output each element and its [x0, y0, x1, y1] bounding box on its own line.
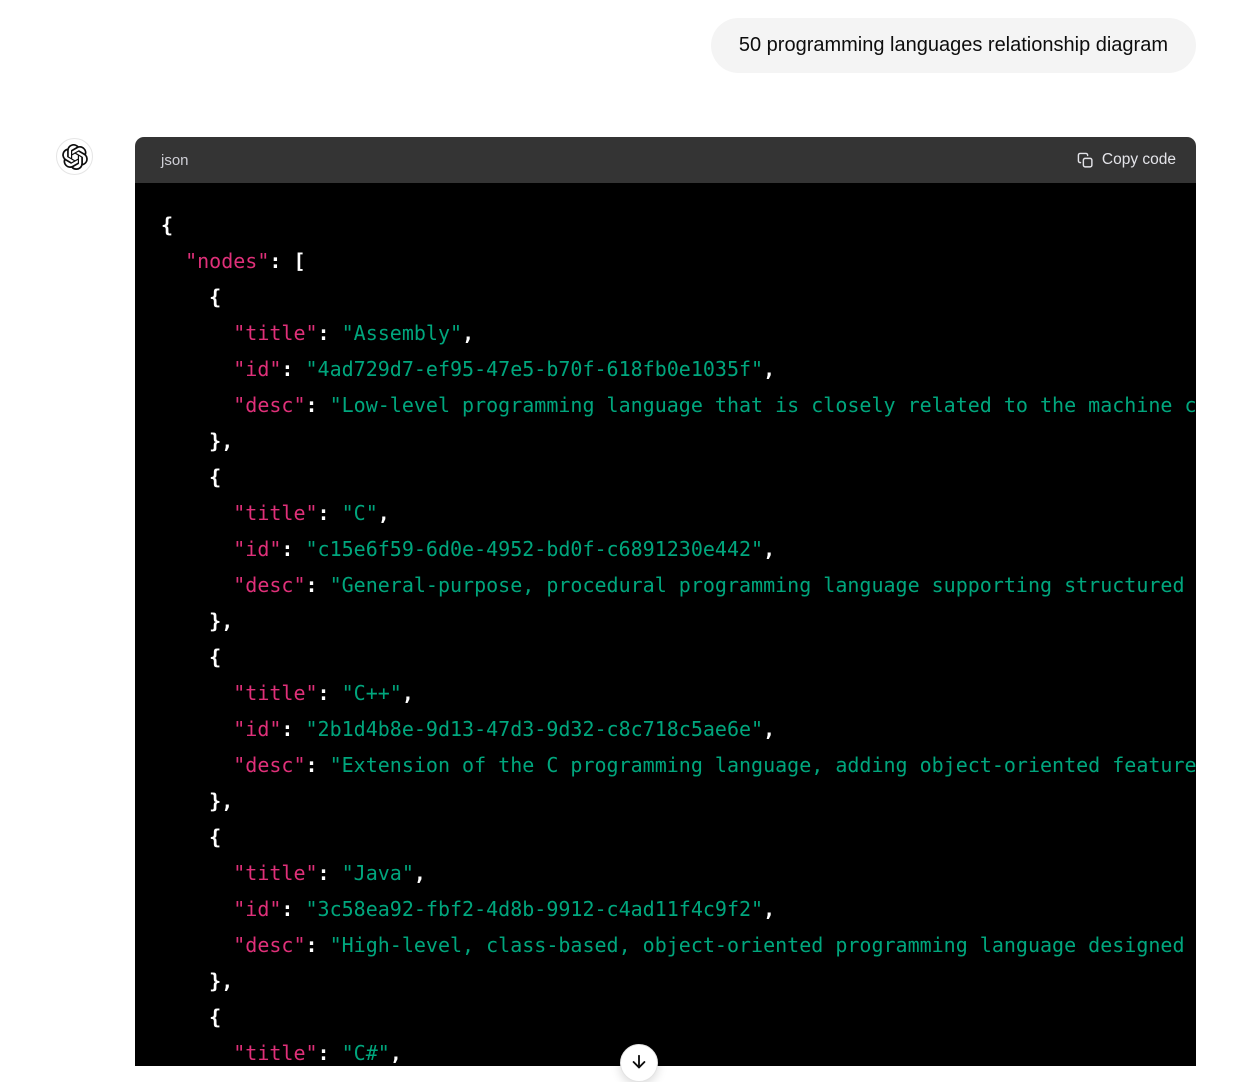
code-line: "desc": "Extension of the C programming …	[161, 747, 1196, 783]
code-line: },	[161, 603, 1196, 639]
code-line: "title": "C#",	[161, 1035, 1196, 1066]
copy-code-button[interactable]: Copy code	[1077, 151, 1176, 169]
code-line: {	[161, 639, 1196, 675]
user-message-bubble: 50 programming languages relationship di…	[711, 18, 1196, 73]
code-line: "nodes": [	[161, 243, 1196, 279]
code-line: "title": "C",	[161, 495, 1196, 531]
code-line: {	[161, 459, 1196, 495]
code-line: "title": "C++",	[161, 675, 1196, 711]
code-line: },	[161, 963, 1196, 999]
code-line: {	[161, 999, 1196, 1035]
code-line: "title": "Java",	[161, 855, 1196, 891]
copy-icon	[1077, 152, 1094, 169]
code-content[interactable]: { "nodes": [ { "title": "Assembly", "id"…	[135, 183, 1196, 1066]
code-line: "desc": "General-purpose, procedural pro…	[161, 567, 1196, 603]
user-message-text: 50 programming languages relationship di…	[739, 34, 1168, 56]
code-line: "id": "c15e6f59-6d0e-4952-bd0f-c6891230e…	[161, 531, 1196, 567]
code-line: "desc": "High-level, class-based, object…	[161, 927, 1196, 963]
code-line: "id": "2b1d4b8e-9d13-47d3-9d32-c8c718c5a…	[161, 711, 1196, 747]
code-line: "desc": "Low-level programming language …	[161, 387, 1196, 423]
scroll-to-bottom-button[interactable]	[620, 1044, 658, 1082]
openai-logo-icon	[62, 144, 88, 170]
code-line: "id": "3c58ea92-fbf2-4d8b-9912-c4ad11f4c…	[161, 891, 1196, 927]
code-line: "id": "4ad729d7-ef95-47e5-b70f-618fb0e10…	[161, 351, 1196, 387]
code-line: {	[161, 279, 1196, 315]
code-line: "title": "Assembly",	[161, 315, 1196, 351]
code-block-header: json Copy code	[135, 137, 1196, 183]
code-line: {	[161, 819, 1196, 855]
code-line: },	[161, 423, 1196, 459]
arrow-down-icon	[629, 1052, 649, 1075]
code-language-label: json	[161, 152, 189, 169]
code-line: {	[161, 207, 1196, 243]
assistant-avatar	[56, 138, 93, 175]
code-line: },	[161, 783, 1196, 819]
copy-code-label: Copy code	[1102, 151, 1176, 169]
code-block: json Copy code { "nodes": [ { "title": "…	[135, 137, 1196, 1066]
